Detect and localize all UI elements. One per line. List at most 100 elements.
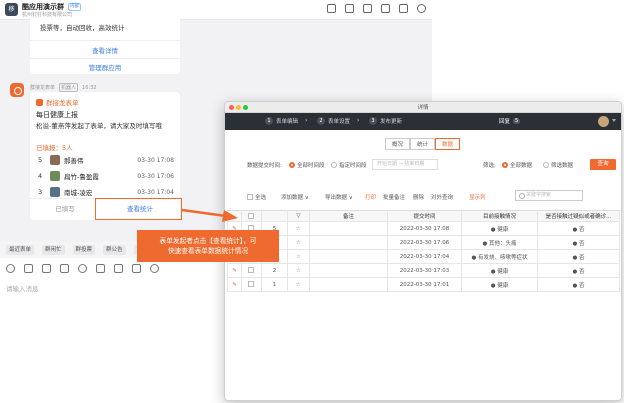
external-query-button[interactable]: 对外查询: [431, 193, 453, 201]
table-row[interactable]: ✎ 4 ☆ 2022-03-30 17:06 ● 其他：头痛 ● 否: [227, 235, 620, 250]
more-icon[interactable]: [150, 264, 159, 273]
note-cell[interactable]: [309, 249, 388, 264]
at-icon[interactable]: [78, 264, 87, 273]
apps-icon[interactable]: [381, 4, 390, 13]
step-publish[interactable]: 3 发布更新: [369, 117, 402, 125]
batch-note-button[interactable]: 批量备注: [383, 193, 405, 201]
step-edit[interactable]: 1 表单编辑: [265, 117, 298, 125]
entry-row[interactable]: 3 南城-凌宏 03-30 17:04: [38, 186, 174, 198]
form-brand-label: 群接龙表单: [46, 99, 79, 107]
table-row[interactable]: ✎ 3 ☆ 2022-03-30 17:04 ● 有发烧、咳嗽等症状 ● 否: [227, 249, 620, 264]
message-input[interactable]: 请输入消息: [6, 283, 39, 293]
all-data-radio[interactable]: 全部数据: [502, 161, 532, 169]
star-icon[interactable]: ☆: [287, 221, 310, 236]
mention-icon[interactable]: [24, 264, 33, 273]
add-member-icon[interactable]: [399, 4, 408, 13]
table-row[interactable]: ✎ 5 ☆ 2022-03-30 17:08 ● 健康 ● 否: [227, 221, 620, 236]
column-header[interactable]: 提交时间: [387, 210, 462, 222]
custom-time-radio[interactable]: 指定时间段: [331, 161, 367, 169]
date-range-input[interactable]: 开始日期 → 结束日期: [372, 159, 438, 170]
step-label: 表单设置: [328, 119, 351, 125]
bot-meta: 群接龙表单 机器人 16:32: [30, 83, 96, 92]
query-button[interactable]: 查询: [590, 159, 616, 170]
tab-statistics[interactable]: 统计: [410, 138, 436, 150]
star-icon[interactable]: ☆: [287, 235, 310, 250]
checkbox[interactable]: [247, 212, 254, 219]
entry-time: 03-30 17:06: [137, 172, 174, 180]
live-icon[interactable]: [327, 4, 336, 13]
edit-icon[interactable]: ✎: [227, 277, 242, 292]
show-columns-button[interactable]: 显示列: [469, 193, 486, 201]
file-icon[interactable]: [42, 264, 51, 273]
star-icon[interactable]: ☆: [287, 277, 310, 292]
contact-cell: ● 否: [537, 221, 620, 236]
note-cell[interactable]: [309, 235, 388, 250]
column-header[interactable]: 备注: [309, 210, 388, 222]
search-input[interactable]: 关键字搜索: [515, 190, 583, 201]
all-time-radio[interactable]: 全部时间段: [289, 161, 325, 169]
video-icon[interactable]: [345, 4, 354, 13]
data-table: ▽ 备注 提交时间 目前接触情况 是否接触过疑似或者确诊... ✎ 5 ☆ 20…: [227, 210, 620, 292]
group-avatar[interactable]: 移: [5, 3, 18, 16]
filter-icon[interactable]: ▽: [287, 210, 310, 222]
window-titlebar[interactable]: 详情: [225, 102, 621, 113]
edit-icon[interactable]: ✎: [227, 263, 242, 278]
step-number: 2: [317, 117, 325, 125]
settings-icon[interactable]: [417, 4, 426, 13]
entry-row[interactable]: 4 扁竹-鲁盈霞 03-30 17:06: [38, 170, 174, 182]
tool-recent-forms[interactable]: 最近表单: [6, 245, 35, 255]
tool-group-notice[interactable]: 群公告: [103, 245, 126, 255]
emoji-icon[interactable]: [6, 264, 15, 273]
avatar[interactable]: [598, 116, 609, 127]
folder-icon[interactable]: [363, 4, 372, 13]
checkbox[interactable]: [247, 194, 253, 200]
filtered-data-radio[interactable]: 筛选数据: [543, 161, 573, 169]
entry-row[interactable]: 5 郝善伟 03-30 17:08: [38, 154, 174, 166]
radio-label: 指定时间段: [339, 163, 367, 169]
step-settings[interactable]: 2 表单设置: [317, 117, 350, 125]
delete-button[interactable]: 删除: [413, 193, 424, 201]
contact-cell: ● 否: [537, 277, 620, 292]
print-button[interactable]: 打印: [365, 193, 376, 201]
reply-button[interactable]: 回复 5: [499, 117, 521, 125]
note-cell[interactable]: [309, 263, 388, 278]
task-icon[interactable]: [114, 264, 123, 273]
tab-overview[interactable]: 概况: [385, 138, 411, 150]
star-icon[interactable]: ☆: [287, 249, 310, 264]
form-description: 松溢-董燕萍发起了表单，请大家及时填写哦: [36, 122, 162, 130]
table-row[interactable]: ✎ 1 ☆ 2022-03-30 17:01 ● 健康 ● 否: [227, 277, 620, 292]
chevron-down-icon[interactable]: [612, 119, 616, 122]
checkbox[interactable]: [247, 267, 254, 273]
screenshot-icon[interactable]: [96, 264, 105, 273]
message-time: 16:32: [82, 84, 97, 91]
checkbox[interactable]: [247, 281, 254, 287]
view-details-link[interactable]: 查看详情: [30, 40, 180, 55]
table-row[interactable]: ✎ 2 ☆ 2022-03-30 17:03 ● 健康 ● 否: [227, 263, 620, 278]
column-header[interactable]: 是否接触过疑似或者确诊...: [537, 210, 620, 222]
select-all-checkbox[interactable]: 全选: [247, 193, 266, 201]
add-data-button[interactable]: 添加数据 ∨: [281, 193, 309, 201]
star-icon[interactable]: ☆: [287, 263, 310, 278]
step-label: 发布更新: [380, 119, 403, 125]
submit-time-cell: 2022-03-30 17:08: [387, 221, 462, 236]
tab-data[interactable]: 数据: [435, 138, 461, 150]
note-cell[interactable]: [309, 221, 388, 236]
status-cell: ● 其他：头痛: [461, 235, 538, 250]
entry-number: 5: [38, 156, 43, 164]
radio-checked: [289, 162, 295, 168]
manage-group-apps-link[interactable]: 管理群应用: [30, 58, 180, 72]
bot-avatar[interactable]: [10, 83, 24, 97]
status-cell: ● 健康: [461, 221, 538, 236]
column-header[interactable]: 目前接触情况: [461, 210, 538, 222]
calendar-icon[interactable]: [132, 264, 141, 273]
group-app-card: 投票等，自动回收，高效统计 查看详情 管理群应用: [30, 18, 180, 74]
tool-group-busy[interactable]: 群闲忙: [42, 245, 65, 255]
filled-button[interactable]: 已填写: [30, 199, 100, 220]
export-data-button[interactable]: 导出数据 ∨: [325, 193, 353, 201]
status-cell: ● 有发烧、咳嗽等症状: [461, 249, 538, 264]
note-cell[interactable]: [309, 277, 388, 292]
entry-number: 3: [38, 188, 43, 196]
header-icons: [327, 4, 426, 13]
tool-group-vote[interactable]: 群投票: [72, 245, 96, 255]
image-icon[interactable]: [60, 264, 69, 273]
